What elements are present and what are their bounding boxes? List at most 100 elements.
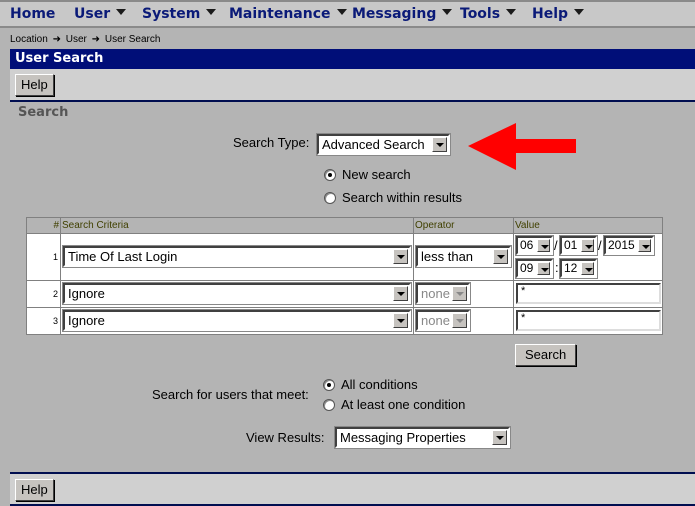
breadcrumb-user-search: User Search xyxy=(104,34,161,45)
radio-all-conditions-label[interactable]: All conditions xyxy=(341,377,418,392)
dropdown-arrow-icon xyxy=(393,313,408,328)
dropdown-arrow-icon xyxy=(432,137,447,152)
help-button-bottom[interactable]: Help xyxy=(15,479,54,501)
operator-select-3-value: none xyxy=(421,313,450,328)
menu-system-label: System xyxy=(142,6,201,22)
radio-search-within-results-label[interactable]: Search within results xyxy=(342,190,462,205)
arrow-right-icon: ➜ xyxy=(52,34,61,45)
menu-tools[interactable]: Tools xyxy=(460,6,517,22)
operator-cell: none xyxy=(413,307,514,335)
year-value: 2015 xyxy=(608,238,635,252)
header-num: # xyxy=(26,217,61,234)
dropdown-arrow-icon xyxy=(581,262,594,275)
criteria-table: # Search Criteria Operator Value 1 Time … xyxy=(26,217,663,335)
operator-cell: less than xyxy=(413,233,514,281)
criteria-select-2-value: Ignore xyxy=(68,286,105,301)
menu-maintenance-label: Maintenance xyxy=(229,6,331,22)
menu-tools-label: Tools xyxy=(460,6,501,22)
day-select[interactable]: 01 xyxy=(559,235,598,256)
page-title: User Search xyxy=(10,49,695,69)
row-number: 1 xyxy=(26,233,61,281)
header-search-criteria: Search Criteria xyxy=(60,217,414,234)
criteria-select-3[interactable]: Ignore xyxy=(62,309,412,332)
radio-search-within-results[interactable] xyxy=(324,192,336,204)
arrow-right-icon: ➜ xyxy=(91,34,101,45)
dropdown-arrow-icon xyxy=(492,430,507,445)
menu-home[interactable]: Home xyxy=(10,6,55,22)
operator-select-3: none xyxy=(415,309,471,332)
search-type-select[interactable]: Advanced Search xyxy=(316,133,451,156)
value-input-2[interactable]: * xyxy=(516,283,661,304)
dropdown-arrow-icon xyxy=(452,286,467,301)
menu-maintenance[interactable]: Maintenance xyxy=(229,6,347,22)
value-cell: * xyxy=(513,280,663,308)
radio-new-search[interactable] xyxy=(324,169,336,181)
caret-down-icon xyxy=(116,9,127,15)
menu-user-label: User xyxy=(74,6,111,22)
caret-down-icon xyxy=(206,9,217,15)
criteria-select-1[interactable]: Time Of Last Login xyxy=(62,245,412,268)
value-input-3[interactable]: * xyxy=(516,310,661,331)
criteria-select-1-value: Time Of Last Login xyxy=(68,249,178,264)
radio-all-conditions[interactable] xyxy=(323,379,335,391)
menu-bar: Home User System Maintenance Messaging T… xyxy=(0,0,695,28)
radio-at-least-one-condition[interactable] xyxy=(323,399,335,411)
header-value: Value xyxy=(513,217,663,234)
time-separator: : xyxy=(555,260,559,275)
search-type-value: Advanced Search xyxy=(322,137,425,152)
view-results-value: Messaging Properties xyxy=(340,430,466,445)
menu-system[interactable]: System xyxy=(142,6,217,22)
search-button[interactable]: Search xyxy=(515,344,577,366)
minute-value: 12 xyxy=(564,261,578,275)
minute-select[interactable]: 12 xyxy=(559,258,598,279)
menu-user[interactable]: User xyxy=(74,6,127,22)
value-cell: 06 / 01 / 2015 09 : 12 xyxy=(513,233,663,281)
criteria-row: 3 Ignore none * xyxy=(26,307,663,335)
search-type-label: Search Type: xyxy=(233,135,310,150)
caret-down-icon xyxy=(442,9,453,15)
month-select[interactable]: 06 xyxy=(515,235,554,256)
hour-value: 09 xyxy=(520,261,534,275)
criteria-row: 2 Ignore none * xyxy=(26,280,663,308)
operator-select-2: none xyxy=(415,282,471,305)
dropdown-arrow-icon xyxy=(393,286,408,301)
section-label-search: Search xyxy=(18,105,69,120)
operator-cell: none xyxy=(413,280,514,308)
help-button-top[interactable]: Help xyxy=(15,74,54,96)
menu-help[interactable]: Help xyxy=(532,6,585,22)
criteria-select-3-value: Ignore xyxy=(68,313,105,328)
caret-down-icon xyxy=(574,9,585,15)
breadcrumb-user[interactable]: User xyxy=(66,34,87,45)
row-number: 2 xyxy=(26,280,61,308)
view-results-select[interactable]: Messaging Properties xyxy=(334,426,511,449)
operator-select-1-value: less than xyxy=(421,249,474,264)
caret-down-icon xyxy=(506,9,517,15)
match-label: Search for users that meet: xyxy=(152,387,309,402)
year-select[interactable]: 2015 xyxy=(603,235,655,256)
header-operator: Operator xyxy=(413,217,514,234)
criteria-cell: Ignore xyxy=(60,307,414,335)
criteria-select-2[interactable]: Ignore xyxy=(62,282,412,305)
criteria-cell: Time Of Last Login xyxy=(60,233,414,281)
menu-help-label: Help xyxy=(532,6,569,22)
dropdown-arrow-icon xyxy=(393,249,408,264)
view-results-label: View Results: xyxy=(246,430,325,445)
menu-messaging[interactable]: Messaging xyxy=(352,6,453,22)
menu-home-label: Home xyxy=(10,6,56,22)
date-separator: / xyxy=(554,238,558,253)
operator-select-1[interactable]: less than xyxy=(415,245,512,268)
criteria-cell: Ignore xyxy=(60,280,414,308)
radio-new-search-label[interactable]: New search xyxy=(342,167,411,182)
top-toolbar: Help xyxy=(10,69,695,102)
day-value: 01 xyxy=(564,238,578,252)
dropdown-arrow-icon xyxy=(452,313,467,328)
hour-select[interactable]: 09 xyxy=(515,258,554,279)
criteria-row: 1 Time Of Last Login less than 06 / 01 /… xyxy=(26,233,663,281)
menu-messaging-label: Messaging xyxy=(352,6,437,22)
dropdown-arrow-icon xyxy=(537,262,550,275)
breadcrumb-location: Location xyxy=(10,34,48,45)
date-separator: / xyxy=(598,238,602,253)
radio-at-least-one-condition-label[interactable]: At least one condition xyxy=(341,397,465,412)
value-cell: * xyxy=(513,307,663,335)
row-number: 3 xyxy=(26,307,61,335)
